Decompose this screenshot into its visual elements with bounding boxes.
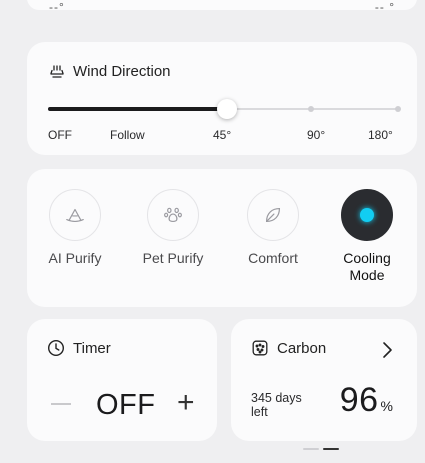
mode-pet-purify[interactable]: Pet Purify	[133, 189, 213, 267]
timer-title: Timer	[73, 339, 111, 357]
wind-label-45[interactable]: 45°	[213, 128, 231, 142]
carbon-title: Carbon	[277, 339, 327, 357]
wind-direction-labels: OFF Follow 45° 90° 180°	[48, 128, 398, 144]
ai-purify-icon	[66, 208, 84, 223]
leaf-icon	[265, 207, 281, 223]
mode-pet-purify-button[interactable]	[147, 189, 199, 241]
slider-fill	[48, 107, 227, 111]
mode-comfort-label: Comfort	[248, 250, 298, 266]
wind-label-180[interactable]: 180°	[368, 128, 393, 142]
mode-ai-purify-button[interactable]	[49, 189, 101, 241]
carbon-header: Carbon	[251, 339, 326, 357]
timer-card[interactable]: Timer OFF +	[27, 319, 217, 441]
filter-icon	[252, 340, 268, 356]
wind-direction-icon	[50, 64, 64, 78]
mode-ai-purify-label: AI Purify	[48, 250, 102, 266]
chevron-right-icon[interactable]	[381, 341, 393, 359]
carbon-percent-value: 96	[339, 381, 379, 419]
timer-stepper[interactable]: OFF +	[51, 387, 201, 421]
wind-label-follow[interactable]: Follow	[110, 128, 145, 142]
mode-comfort[interactable]: Comfort	[233, 189, 313, 267]
page-indicator-inactive	[303, 448, 319, 450]
top-card-left-text: --°	[49, 0, 65, 14]
carbon-percent-symbol: %	[380, 398, 393, 414]
wind-label-90[interactable]: 90°	[307, 128, 325, 142]
mode-cooling[interactable]: Cooling Mode	[327, 189, 407, 284]
wind-direction-card: Wind Direction OFF Follow 45° 90° 180°	[27, 42, 417, 155]
mode-ai-purify[interactable]: AI Purify	[35, 189, 115, 267]
page-indicator-active	[323, 448, 339, 450]
mode-pet-purify-label: Pet Purify	[142, 250, 204, 266]
slider-thumb[interactable]	[216, 99, 237, 119]
clock-icon	[47, 339, 65, 357]
top-card-right-text: -- °	[374, 0, 395, 14]
mode-comfort-button[interactable]	[247, 189, 299, 241]
carbon-card[interactable]: Carbon 345 days left 96 %	[231, 319, 417, 441]
carbon-days-left: 345 days left	[251, 391, 302, 419]
paw-icon	[164, 207, 182, 223]
slider-stop-180[interactable]	[395, 106, 401, 112]
timer-decrease-button[interactable]	[51, 403, 71, 405]
mode-cooling-button[interactable]	[341, 189, 393, 241]
wind-label-off[interactable]: OFF	[48, 128, 72, 142]
modes-card: AI Purify Pet Purify Comfort Cooling Mod…	[27, 169, 417, 307]
mode-cooling-label: Cooling Mode	[343, 250, 391, 283]
wind-direction-title: Wind Direction	[73, 63, 171, 80]
page-indicator	[303, 448, 339, 450]
timer-value: OFF	[96, 389, 156, 421]
timer-increase-button[interactable]: +	[177, 388, 201, 419]
timer-header: Timer	[47, 339, 111, 357]
slider-stop-90[interactable]	[307, 106, 314, 112]
top-card-partial: --° -- °	[27, 0, 417, 14]
carbon-percentage: 96 %	[340, 381, 393, 420]
wind-direction-slider[interactable]	[48, 99, 401, 119]
wind-direction-header: Wind Direction	[49, 63, 171, 80]
cooling-mode-icon	[360, 208, 374, 222]
